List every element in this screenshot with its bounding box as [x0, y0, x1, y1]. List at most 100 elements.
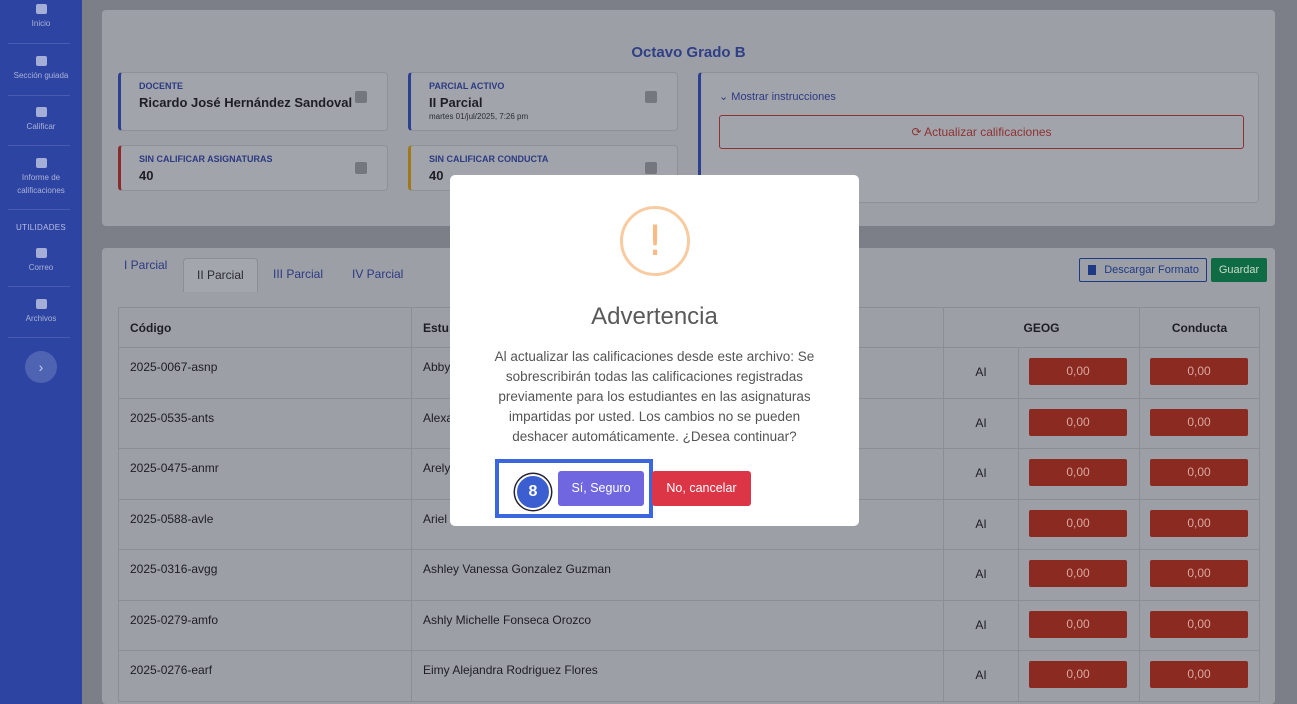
warning-modal: ! Advertencia Al actualizar las califica…	[450, 175, 859, 526]
conducta-grade-button[interactable]: 0,00	[1150, 610, 1248, 638]
geog-grade-button[interactable]: 0,00	[1029, 610, 1127, 638]
save-button[interactable]: Guardar	[1211, 258, 1267, 282]
conducta-grade-button[interactable]: 0,00	[1150, 509, 1248, 537]
modal-title: Advertencia	[591, 303, 718, 330]
chart-icon	[35, 158, 47, 168]
cell-name: Ashly Michelle Fonseca Orozco	[411, 599, 944, 651]
cell-ai: AI	[943, 599, 1019, 651]
sin-asignaturas-label: SIN CALIFICAR ASIGNATURAS	[139, 154, 273, 164]
cell-geog: 0,00	[1018, 599, 1140, 651]
cell-ai: AI	[943, 397, 1019, 449]
sidebar-section-heading: UTILIDADES	[15, 223, 67, 232]
sidebar-item-inicio[interactable]: Inicio	[0, 4, 82, 30]
header-geog: GEOG	[943, 307, 1140, 348]
sidebar-toggle-button[interactable]: ›	[25, 351, 57, 383]
geog-grade-button[interactable]: 0,00	[1029, 358, 1127, 385]
sin-conducta-value: 40	[429, 168, 444, 183]
sidebar-item-archivos[interactable]: Archivos	[0, 299, 82, 325]
conducta-grade-button[interactable]: 0,00	[1150, 408, 1248, 436]
sidebar-item-label: Informe de calificaciones	[17, 173, 65, 195]
user-icon	[355, 91, 367, 103]
sidebar-divider	[8, 286, 70, 287]
sidebar-item-seccion-guiada[interactable]: Sección guiada	[0, 56, 82, 82]
cell-code: 2025-0588-avle	[118, 498, 412, 550]
table-row: 2025-0279-amfo Ashly Michelle Fonseca Or…	[118, 599, 1260, 651]
sidebar-divider	[8, 337, 70, 338]
sidebar-divider	[8, 209, 70, 210]
sidebar-divider	[8, 43, 70, 44]
geog-grade-button[interactable]: 0,00	[1029, 459, 1127, 486]
sidebar-item-informe[interactable]: Informe de calificaciones	[0, 158, 82, 197]
cell-geog: 0,00	[1018, 498, 1140, 550]
parcial-label: PARCIAL ACTIVO	[429, 81, 505, 91]
show-instructions-link[interactable]: ⌄ Mostrar instrucciones	[719, 90, 836, 103]
cell-conducta: 0,00	[1139, 498, 1260, 550]
cell-code: 2025-0475-anmr	[118, 448, 412, 500]
tab-iii-parcial[interactable]: III Parcial	[273, 267, 323, 281]
cell-geog: 0,00	[1018, 448, 1140, 500]
refresh-icon: ⟳	[911, 125, 925, 139]
cell-conducta: 0,00	[1139, 397, 1260, 449]
sidebar-item-label: Calificar	[26, 122, 56, 131]
cell-conducta: 0,00	[1139, 448, 1260, 500]
sidebar-item-calificar[interactable]: Calificar	[0, 107, 82, 133]
conducta-grade-button[interactable]: 0,00	[1150, 358, 1248, 385]
page-title: Octavo Grado B	[631, 44, 746, 61]
sidebar-item-label: Inicio	[31, 19, 51, 28]
update-grades-label: Actualizar calificaciones	[924, 125, 1052, 139]
cell-code: 2025-0316-avgg	[118, 549, 412, 601]
header-codigo: Código	[118, 307, 412, 348]
cell-geog: 0,00	[1018, 347, 1140, 399]
chevron-down-icon: ⌄	[719, 91, 732, 103]
sin-conducta-label: SIN CALIFICAR CONDUCTA	[429, 154, 549, 164]
cell-geog: 0,00	[1018, 650, 1140, 702]
sidebar-item-correo[interactable]: Correo	[0, 248, 82, 274]
cell-name: Eimy Alejandra Rodriguez Flores	[411, 650, 944, 702]
header-conducta: Conducta	[1139, 307, 1260, 348]
grade-icon	[35, 107, 47, 117]
cell-conducta: 0,00	[1139, 347, 1260, 399]
cancel-button[interactable]: No, cancelar	[652, 471, 751, 506]
mail-icon	[35, 248, 47, 258]
update-grades-button[interactable]: ⟳ Actualizar calificaciones	[719, 115, 1244, 149]
cell-ai: AI	[943, 650, 1019, 702]
geog-grade-button[interactable]: 0,00	[1029, 408, 1127, 436]
step-badge: 8	[515, 474, 551, 510]
confirm-button[interactable]: Sí, Seguro	[558, 471, 644, 506]
sidebar-item-label: Sección guiada	[13, 71, 69, 80]
cell-ai: AI	[943, 448, 1019, 500]
cell-code: 2025-0535-ants	[118, 397, 412, 449]
cell-conducta: 0,00	[1139, 549, 1260, 601]
tab-iv-parcial[interactable]: IV Parcial	[352, 267, 403, 281]
sidebar-divider	[8, 145, 70, 146]
user-plus-icon	[355, 162, 367, 174]
conducta-grade-button[interactable]: 0,00	[1150, 459, 1248, 486]
cell-conducta: 0,00	[1139, 650, 1260, 702]
sin-calificar-asignaturas-card: SIN CALIFICAR ASIGNATURAS 40	[118, 145, 388, 191]
cell-conducta: 0,00	[1139, 599, 1260, 651]
sidebar-item-label: Correo	[28, 263, 54, 272]
sidebar: Inicio Sección guiada Calificar Informe …	[0, 0, 82, 704]
home-icon	[35, 4, 47, 14]
cell-ai: AI	[943, 549, 1019, 601]
tab-i-parcial[interactable]: I Parcial	[124, 258, 167, 272]
geog-grade-button[interactable]: 0,00	[1029, 560, 1127, 587]
table-row: 2025-0276-earf Eimy Alejandra Rodriguez …	[118, 650, 1260, 702]
conducta-grade-button[interactable]: 0,00	[1150, 661, 1248, 688]
conducta-grade-button[interactable]: 0,00	[1150, 560, 1248, 587]
download-format-label: Descargar Formato	[1104, 264, 1199, 276]
table-row: 2025-0316-avgg Ashley Vanessa Gonzalez G…	[118, 549, 1260, 601]
parcial-date: martes 01/jul/2025, 7:26 pm	[429, 112, 529, 121]
geog-grade-button[interactable]: 0,00	[1029, 661, 1127, 688]
geog-grade-button[interactable]: 0,00	[1029, 509, 1127, 537]
download-format-button[interactable]: Descargar Formato	[1079, 258, 1207, 282]
parcial-activo-card: PARCIAL ACTIVO II Parcial martes 01/jul/…	[408, 72, 678, 131]
school-icon	[35, 56, 47, 66]
show-instructions-label: Mostrar instrucciones	[731, 91, 836, 103]
sin-asignaturas-value: 40	[139, 168, 154, 183]
cell-ai: AI	[943, 347, 1019, 399]
sidebar-item-label: Archivos	[25, 314, 57, 323]
tab-ii-parcial[interactable]: II Parcial	[183, 258, 258, 292]
warning-icon	[645, 162, 657, 174]
parcial-value: II Parcial	[429, 95, 483, 110]
